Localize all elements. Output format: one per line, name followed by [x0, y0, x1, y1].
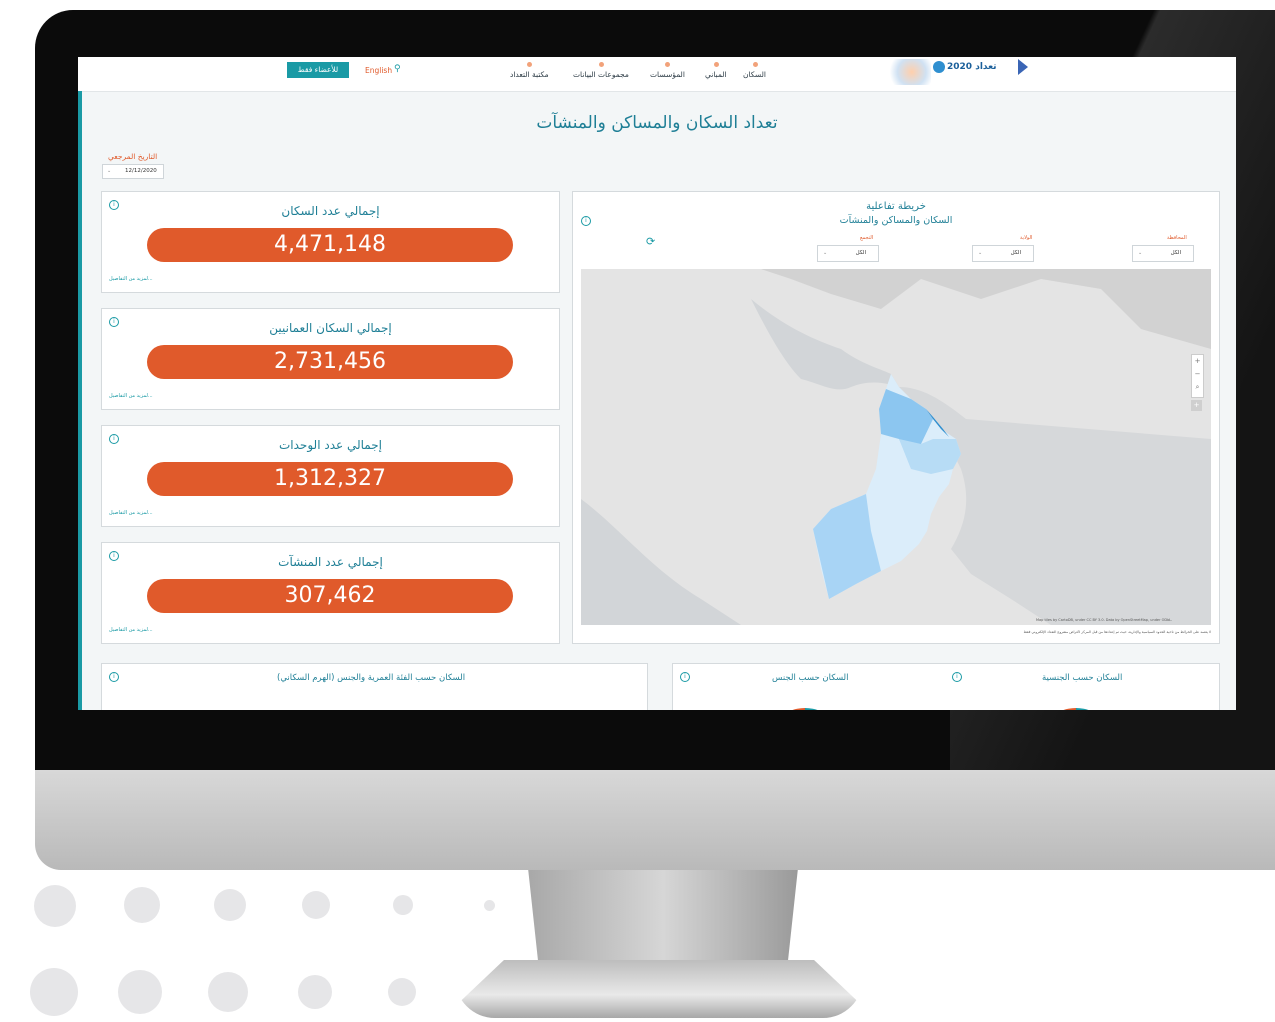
decor-dot	[34, 885, 76, 927]
stat-card-title: إجمالي عدد المنشآت	[278, 555, 383, 569]
map-title: خريطة تفاعلية	[866, 201, 926, 212]
logo-arrow-icon	[1018, 59, 1028, 75]
stat-card-title: إجمالي السكان العمانيين	[269, 321, 392, 335]
map-attribution: Map tiles by CartoDB, under CC BY 3.0. D…	[1036, 618, 1173, 622]
english-language-link[interactable]: English	[365, 66, 392, 75]
population-pyramid-title: السكان حسب الفئة العمرية والجنس (الهرم ا…	[277, 673, 466, 683]
info-icon[interactable]: i	[680, 672, 690, 682]
more-details-link[interactable]: لمزيد من التفاصيل...	[109, 627, 153, 633]
nationality-pie-chart	[1036, 708, 1116, 710]
filter-value: الكل	[855, 250, 866, 256]
decor-dot	[124, 887, 160, 923]
stat-card-value: 2,731,456	[147, 345, 513, 379]
filter-wilayat-label: الولاية	[1020, 235, 1033, 241]
map-subtitle: السكان والمساكن والمنشآت	[839, 215, 953, 226]
decor-dot	[118, 970, 162, 1014]
logo-mark-icon	[933, 61, 945, 73]
decor-dot	[393, 895, 413, 915]
page-title: تعداد السكان والمساكن والمنشآت	[536, 113, 778, 133]
filter-locality-select[interactable]: ⌄ الكل	[817, 245, 879, 262]
refresh-icon[interactable]: ⟳	[646, 235, 655, 248]
stat-card-total-units: i إجمالي عدد الوحدات 1,312,327 لمزيد من …	[101, 425, 560, 527]
ministry-logo-icon	[993, 59, 1015, 81]
reference-date-value: 12/12/2020	[125, 168, 157, 174]
decor-dot	[214, 889, 246, 921]
census-logo[interactable]: تعداد 2020	[933, 59, 1033, 83]
more-details-link[interactable]: لمزيد من التفاصيل...	[109, 510, 153, 516]
population-by-nationality-title: السكان حسب الجنسية	[1042, 673, 1123, 683]
nav-item-buildings[interactable]: المباني	[705, 62, 727, 79]
decor-dot	[298, 975, 332, 1009]
chevron-down-icon: ⌄	[1138, 250, 1143, 256]
filter-governorate-label: المحافظة	[1167, 235, 1187, 241]
population-pyramid-panel: i السكان حسب الفئة العمرية والجنس (الهرم…	[101, 663, 648, 710]
filter-locality-label: التجمع	[860, 235, 874, 241]
screen: للأعضاء فقط English ⚲ مكتبة التعداد مجمو…	[78, 57, 1236, 710]
stat-card-title: إجمالي عدد السكان	[281, 204, 380, 218]
nav-item-establishments[interactable]: المؤسسات	[650, 62, 685, 79]
header-decoration	[883, 59, 931, 85]
monitor-chin	[35, 757, 1275, 870]
filter-governorate-select[interactable]: ⌄ الكل	[1132, 245, 1194, 262]
interactive-map-panel: i خريطة تفاعلية السكان والمساكن والمنشآت…	[572, 191, 1220, 644]
monitor-stand-base	[455, 960, 863, 1018]
stat-card-value: 4,471,148	[147, 228, 513, 262]
filter-value: الكل	[1170, 250, 1181, 256]
decor-dot	[30, 968, 78, 1016]
decor-dot	[302, 891, 330, 919]
top-nav: للأعضاء فقط English ⚲ مكتبة التعداد مجمو…	[78, 57, 1236, 92]
monitor-stand-neck	[528, 868, 798, 968]
chevron-down-icon: ⌄	[978, 250, 983, 256]
chevron-down-icon: ⌄	[823, 250, 828, 256]
nav-item-datasets[interactable]: مجموعات البيانات	[573, 62, 629, 79]
decor-dot	[388, 978, 416, 1006]
nav-item-census-library[interactable]: مكتبة التعداد	[510, 62, 549, 79]
gender-pie-chart	[765, 708, 845, 710]
layers-icon[interactable]: +	[1191, 400, 1202, 411]
more-details-link[interactable]: لمزيد من التفاصيل...	[109, 393, 153, 399]
reference-date-label: التاريخ المرجعي	[108, 152, 158, 161]
stat-card-value: 307,462	[147, 579, 513, 613]
map-canvas[interactable]: + − ⌕ + Map tiles by CartoDB, under CC BY …	[581, 269, 1211, 625]
stat-card-omani-population: i إجمالي السكان العمانيين 2,731,456 لمزي…	[101, 308, 560, 410]
info-icon[interactable]: i	[952, 672, 962, 682]
map-disclaimer: لا يعتمد على الخرائط من ناحية الحدود الس…	[1023, 630, 1211, 634]
decor-dot	[484, 900, 495, 911]
stat-card-total-population: i إجمالي عدد السكان 4,471,148 لمزيد من ا…	[101, 191, 560, 293]
stat-card-total-establishments: i إجمالي عدد المنشآت 307,462 لمزيد من ال…	[101, 542, 560, 644]
filter-wilayat-select[interactable]: ⌄ الكل	[972, 245, 1034, 262]
page-edge-accent	[78, 91, 82, 710]
decor-dot	[208, 972, 248, 1012]
stat-card-value: 1,312,327	[147, 462, 513, 496]
zoom-controls[interactable]: + − ⌕	[1191, 354, 1204, 398]
members-only-button[interactable]: للأعضاء فقط	[287, 62, 349, 78]
chevron-down-icon: ⌄	[107, 168, 112, 174]
filter-value: الكل	[1010, 250, 1021, 256]
nav-item-population[interactable]: السكان	[743, 62, 766, 79]
search-icon[interactable]: ⚲	[394, 64, 401, 74]
logo-text: تعداد 2020	[947, 62, 997, 72]
reference-date-select[interactable]: ⌄ 12/12/2020	[102, 164, 164, 179]
info-icon[interactable]: i	[109, 672, 119, 682]
stat-card-title: إجمالي عدد الوحدات	[279, 438, 382, 452]
map-drawing	[581, 269, 1211, 625]
more-details-link[interactable]: لمزيد من التفاصيل...	[109, 276, 153, 282]
gender-nationality-panel: i السكان حسب الجنس i السكان حسب الجنسية	[672, 663, 1220, 710]
population-by-gender-title: السكان حسب الجنس	[772, 673, 849, 683]
